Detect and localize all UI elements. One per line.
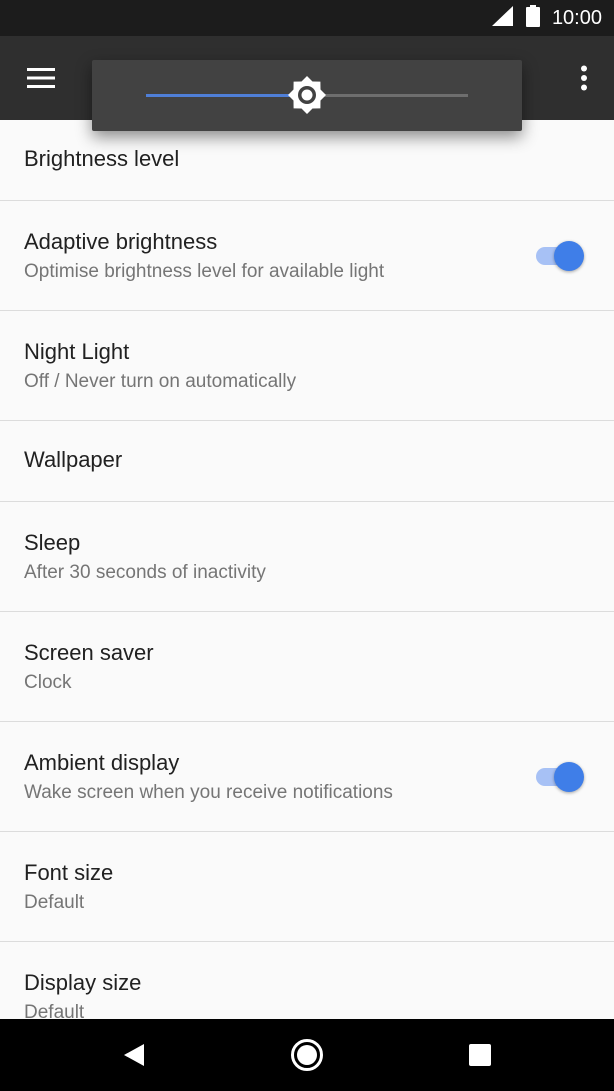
setting-title: Ambient display [24,750,180,775]
toggle-knob [554,762,584,792]
setting-title: Wallpaper [24,447,123,472]
setting-adaptive-brightness[interactable]: Adaptive brightness Optimise brightness … [0,201,614,311]
status-icons: 10:00 [491,0,602,36]
setting-subtitle: Off / Never turn on automatically [24,371,297,392]
setting-title: Screen saver [24,640,154,665]
brightness-slider-popup [92,60,522,131]
setting-brightness-level[interactable]: Brightness level [0,120,614,201]
setting-title: Night Light [24,339,130,364]
battery-icon [525,4,540,32]
cell-signal-icon [491,5,514,31]
setting-title: Font size [24,860,114,885]
adaptive-brightness-toggle[interactable] [532,241,584,271]
setting-subtitle: Clock [24,672,72,693]
settings-list: Brightness level Adaptive brightness Opt… [0,120,614,1052]
home-circle-icon[interactable] [283,1031,331,1079]
more-vert-icon[interactable] [568,56,600,100]
setting-font-size[interactable]: Font size Default [0,832,614,942]
ambient-display-toggle[interactable] [532,762,584,792]
setting-title: Sleep [24,530,81,555]
brightness-sun-icon[interactable] [287,75,327,115]
setting-sleep[interactable]: Sleep After 30 seconds of inactivity [0,502,614,612]
setting-title: Adaptive brightness [24,229,218,254]
brightness-slider-track[interactable] [306,94,468,97]
back-triangle-icon[interactable] [110,1031,158,1079]
status-bar: 10:00 [0,0,614,36]
recents-square-icon[interactable] [456,1031,504,1079]
brightness-slider-fill[interactable] [146,94,307,97]
setting-subtitle: Wake screen when you receive notificatio… [24,782,393,803]
setting-screen-saver[interactable]: Screen saver Clock [0,612,614,722]
setting-ambient-display[interactable]: Ambient display Wake screen when you rec… [0,722,614,832]
setting-title: Brightness level [24,146,180,171]
status-clock: 10:00 [551,6,602,29]
setting-subtitle: Optimise brightness level for available … [24,261,385,282]
setting-wallpaper[interactable]: Wallpaper [0,421,614,502]
setting-night-light[interactable]: Night Light Off / Never turn on automati… [0,311,614,421]
navigation-bar [0,1019,614,1091]
setting-subtitle: After 30 seconds of inactivity [24,562,266,583]
setting-subtitle: Default [24,892,85,913]
hamburger-menu-icon[interactable] [18,56,64,100]
setting-title: Display size [24,970,142,995]
toggle-knob [554,241,584,271]
